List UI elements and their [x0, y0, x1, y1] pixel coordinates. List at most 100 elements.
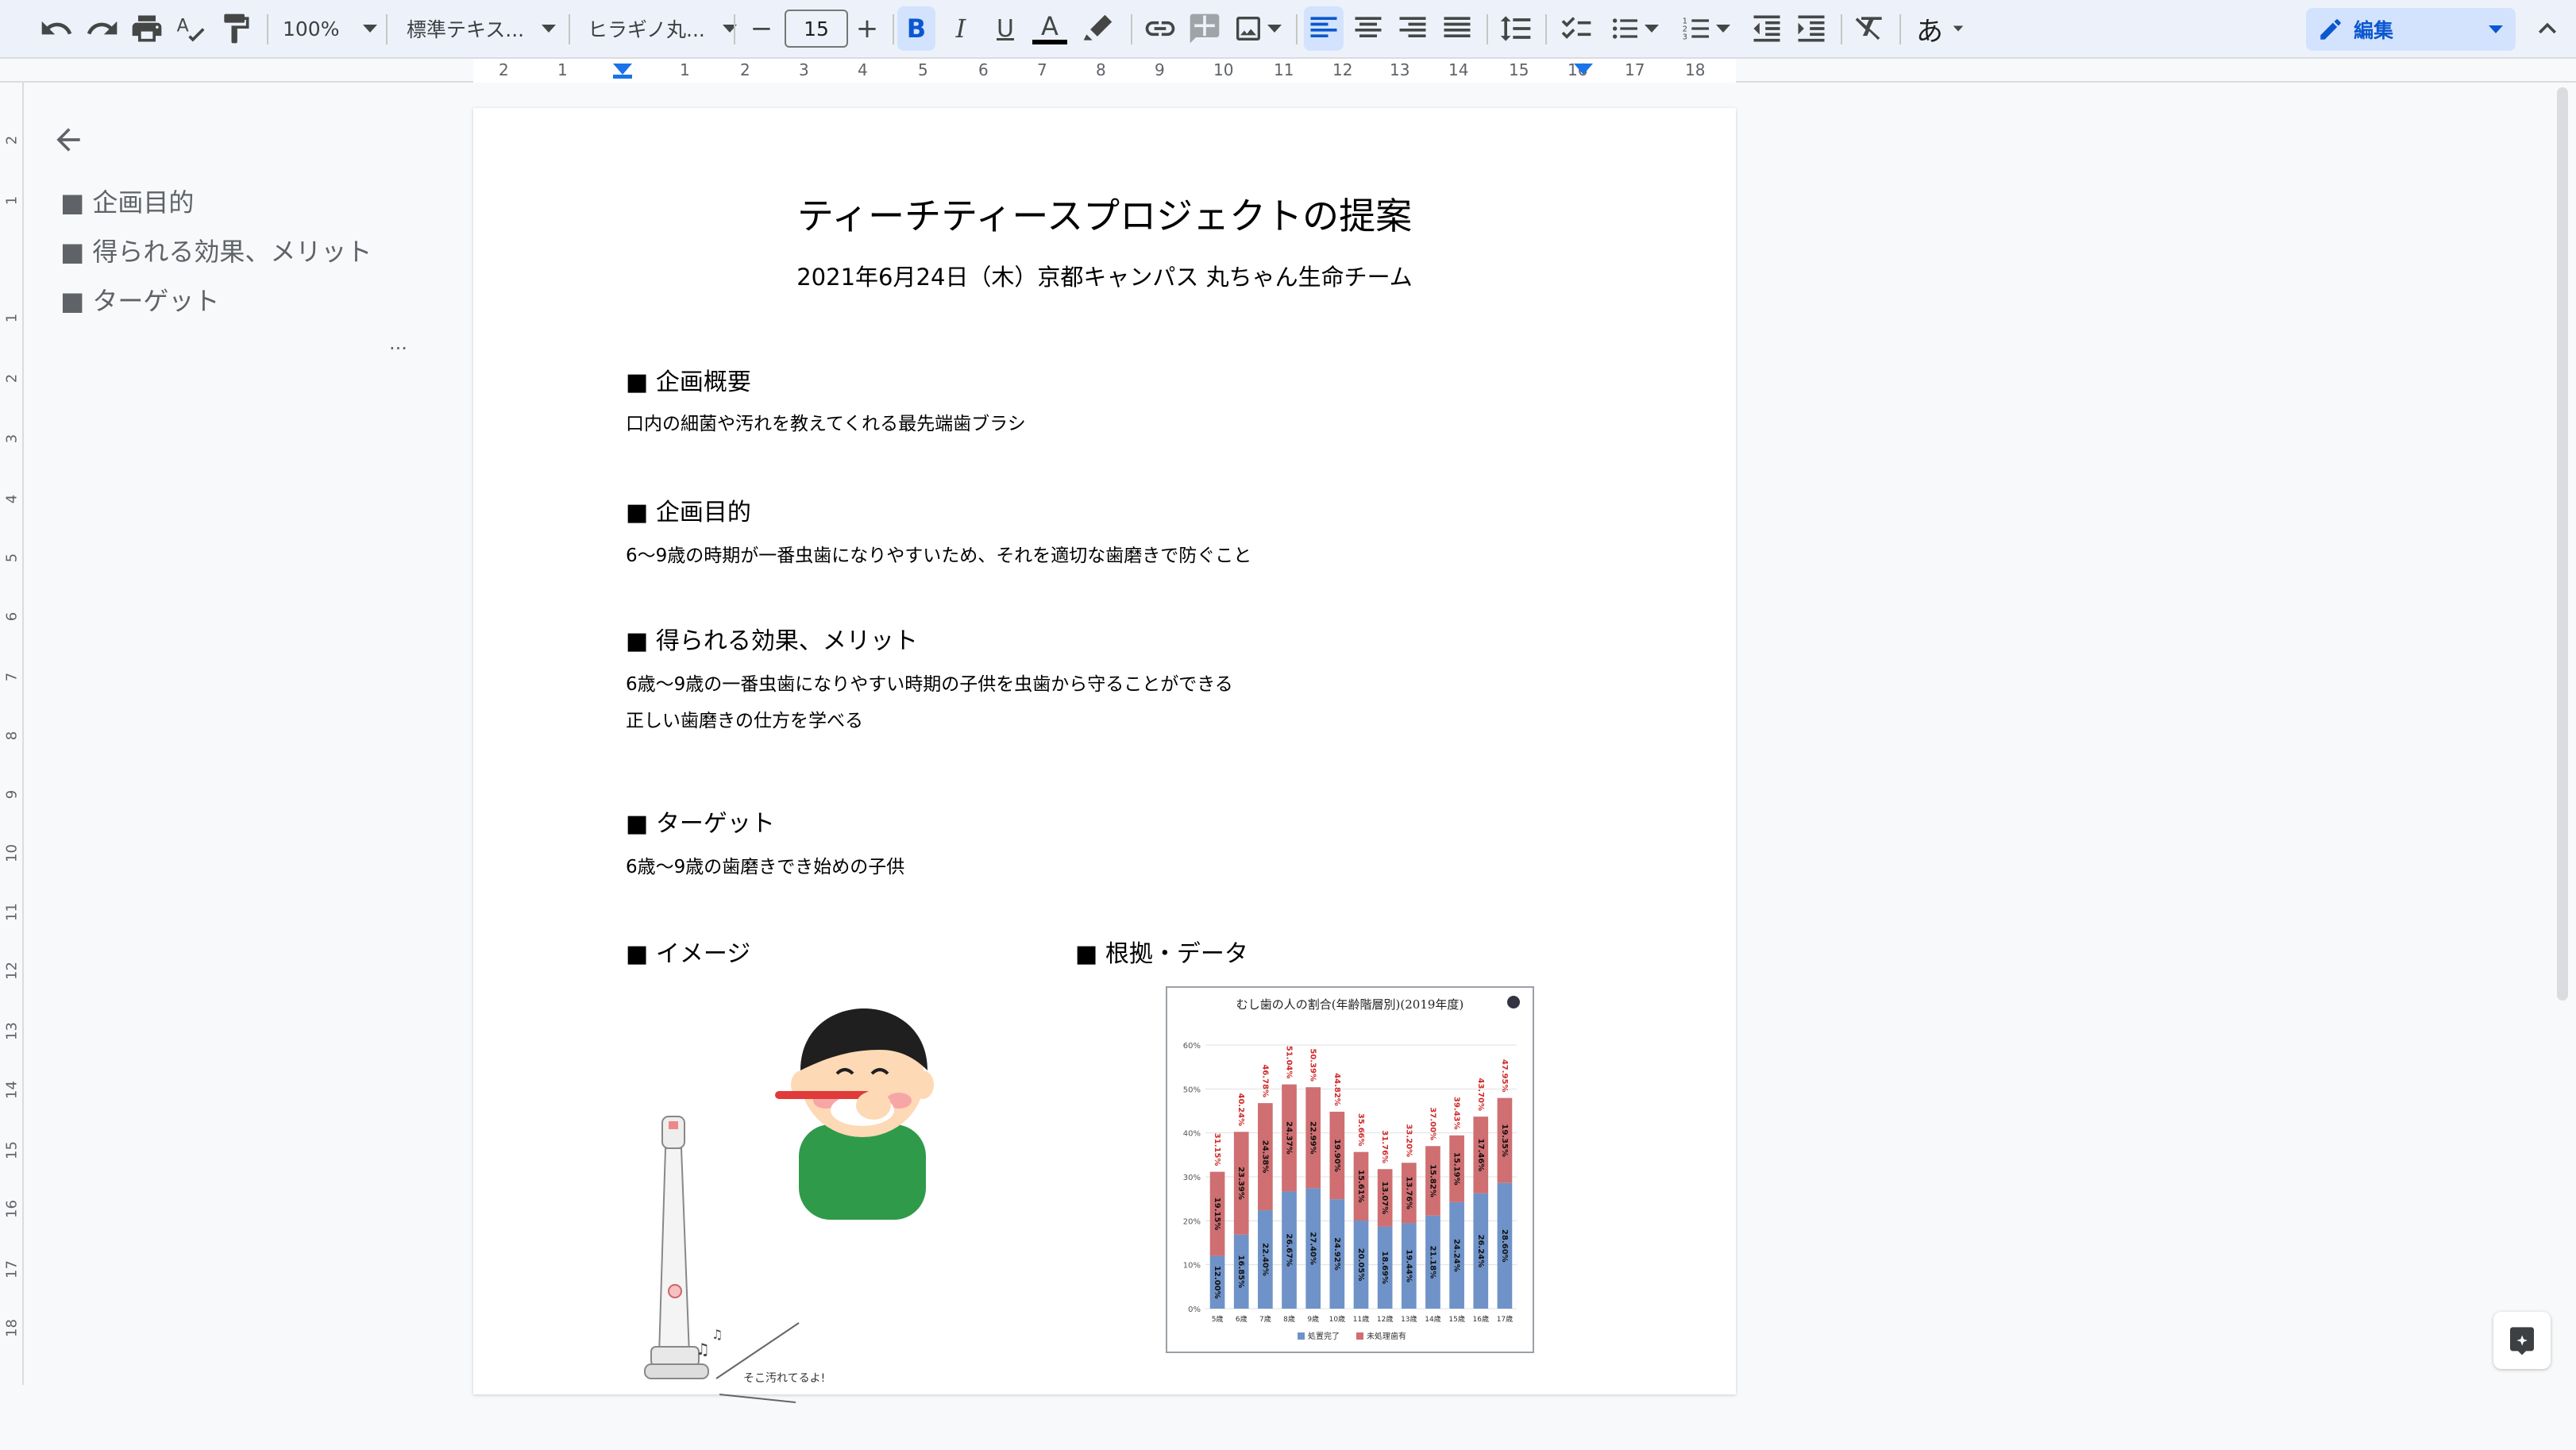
- x-tick-label: 14歳: [1425, 1314, 1440, 1324]
- increase-font-button[interactable]: +: [850, 6, 885, 51]
- checklist-icon[interactable]: [1556, 6, 1596, 51]
- underline-button[interactable]: U: [986, 6, 1024, 51]
- print-icon[interactable]: [127, 6, 167, 51]
- ruler-number: 15: [1509, 60, 1529, 79]
- chart-title: むし歯の人の割合(年齢階層別)(2019年度): [1236, 997, 1464, 1012]
- ruler-number: 6: [978, 60, 989, 79]
- x-tick-label: 13歳: [1401, 1314, 1417, 1324]
- outline-item[interactable]: ■ 得られる効果、メリット: [60, 232, 372, 268]
- text-color-icon: A: [1041, 11, 1059, 41]
- plus-icon: +: [855, 13, 879, 44]
- outline-more-icon[interactable]: ...: [389, 332, 407, 354]
- music-note-icon: ♫: [711, 1327, 723, 1342]
- ruler-number: 18: [1685, 60, 1706, 79]
- child-figure: [775, 1008, 934, 1220]
- numbered-list-icon[interactable]: 123: [1674, 6, 1737, 51]
- paint-format-icon[interactable]: [216, 6, 256, 51]
- total-label: 39.43%: [1452, 1097, 1461, 1130]
- ruler-number: 1: [3, 195, 21, 206]
- mode-select[interactable]: 編集: [2306, 8, 2516, 51]
- ruler-number: 5: [918, 60, 928, 79]
- ruler-number: 15: [3, 1141, 21, 1159]
- align-center-icon[interactable]: [1348, 6, 1388, 51]
- underline-icon: U: [997, 14, 1014, 43]
- x-tick-label: 16歳: [1473, 1314, 1489, 1324]
- right-indent-marker-icon[interactable]: [1572, 64, 1595, 79]
- horizontal-ruler[interactable]: 2 1 1 2 3 4 5 6 7 8 9 10 11 12 13 14 15 16 17 18: [0, 59, 2576, 83]
- ruler-number: 7: [1037, 60, 1047, 79]
- ruler-number: 9: [1155, 60, 1165, 79]
- align-right-icon[interactable]: [1393, 6, 1433, 51]
- redo-icon[interactable]: [83, 6, 122, 51]
- ruler-number: 1: [3, 313, 21, 323]
- collapse-toolbar-icon[interactable]: [2530, 6, 2565, 51]
- ruler-number: 14: [3, 1081, 21, 1099]
- data-label: 17.46%: [1476, 1139, 1485, 1172]
- zoom-select[interactable]: 100%: [283, 8, 378, 49]
- style-value: 標準テキス...: [407, 18, 525, 41]
- data-label: 13.76%: [1404, 1177, 1413, 1210]
- data-label: 24.92%: [1332, 1237, 1341, 1271]
- link-icon[interactable]: [1140, 6, 1180, 51]
- bold-button[interactable]: B: [897, 6, 935, 51]
- vertical-ruler[interactable]: 2 1 1 2 3 4 5 6 7 8 9 10 11 12 13 14 15 16 17 18: [0, 83, 24, 1385]
- section-heading: ■ ターゲット: [626, 810, 775, 838]
- insert-image-icon[interactable]: [1229, 6, 1285, 51]
- zoom-value: 100%: [283, 17, 340, 40]
- x-tick-label: 9歳: [1307, 1314, 1319, 1324]
- ruler-number: 13: [1390, 60, 1410, 79]
- section-heading: ■ 根拠・データ: [1075, 940, 1248, 968]
- total-label: 44.82%: [1332, 1073, 1341, 1106]
- explore-button[interactable]: [2493, 1312, 2551, 1369]
- highlight-icon[interactable]: [1078, 6, 1118, 51]
- style-select[interactable]: 標準テキス...: [407, 8, 557, 49]
- outline-item[interactable]: ■ 企画目的: [60, 183, 194, 219]
- legend-label: 未処理歯有: [1367, 1331, 1406, 1341]
- input-tools-button[interactable]: あ: [1909, 6, 1972, 51]
- svg-text:3: 3: [1683, 33, 1687, 41]
- back-arrow-icon[interactable]: [51, 122, 86, 157]
- align-left-icon[interactable]: [1304, 6, 1344, 51]
- bulleted-list-icon[interactable]: [1602, 6, 1666, 51]
- section-heading: ■ イメージ: [626, 940, 751, 968]
- speech-text: そこ汚れてるよ!: [743, 1372, 825, 1385]
- total-label: 51.04%: [1285, 1046, 1294, 1079]
- minus-icon: −: [750, 13, 773, 44]
- ruler-number: 3: [3, 434, 21, 444]
- justify-icon[interactable]: [1437, 6, 1477, 51]
- font-size-input[interactable]: 15: [785, 10, 848, 48]
- y-tick-label: 0%: [1188, 1305, 1201, 1314]
- total-label: 46.78%: [1260, 1064, 1269, 1097]
- outline-item[interactable]: ■ ターゲット: [60, 281, 219, 318]
- data-label: 18.69%: [1380, 1251, 1389, 1284]
- ruler-number: 7: [3, 672, 21, 682]
- comment-icon[interactable]: [1185, 6, 1224, 51]
- left-indent-marker-icon[interactable]: [611, 64, 634, 79]
- italic-button[interactable]: I: [942, 6, 980, 51]
- spellcheck-icon[interactable]: A: [172, 6, 211, 51]
- vertical-scrollbar[interactable]: [2557, 87, 2568, 1001]
- total-label: 33.20%: [1404, 1124, 1413, 1157]
- legend-swatch: [1356, 1332, 1363, 1340]
- y-tick-label: 40%: [1183, 1130, 1201, 1139]
- increase-indent-icon[interactable]: [1791, 6, 1831, 51]
- font-select[interactable]: ヒラギノ丸...: [588, 8, 737, 49]
- line-spacing-icon[interactable]: [1496, 6, 1536, 51]
- svg-text:A: A: [177, 17, 189, 37]
- text-color-button[interactable]: A: [1031, 6, 1069, 51]
- data-label: 21.18%: [1428, 1246, 1436, 1279]
- x-tick-label: 8歳: [1283, 1314, 1295, 1324]
- ruler-number: 14: [1448, 60, 1469, 79]
- document-page[interactable]: ティーチティースプロジェクトの提案 2021年6月24日（木）京都キャンパス 丸…: [473, 108, 1736, 1403]
- legend-swatch: [1298, 1332, 1305, 1340]
- data-label: 20.05%: [1356, 1248, 1365, 1282]
- ruler-number: 10: [1213, 60, 1234, 79]
- data-label: 13.07%: [1380, 1182, 1389, 1215]
- ruler-number: 12: [1332, 60, 1353, 79]
- ruler-number: 17: [1625, 60, 1645, 79]
- decrease-indent-icon[interactable]: [1747, 6, 1787, 51]
- clear-formatting-icon[interactable]: [1850, 6, 1890, 51]
- undo-icon[interactable]: [37, 6, 76, 51]
- decrease-font-button[interactable]: −: [745, 6, 778, 51]
- data-label: 19.90%: [1332, 1139, 1341, 1172]
